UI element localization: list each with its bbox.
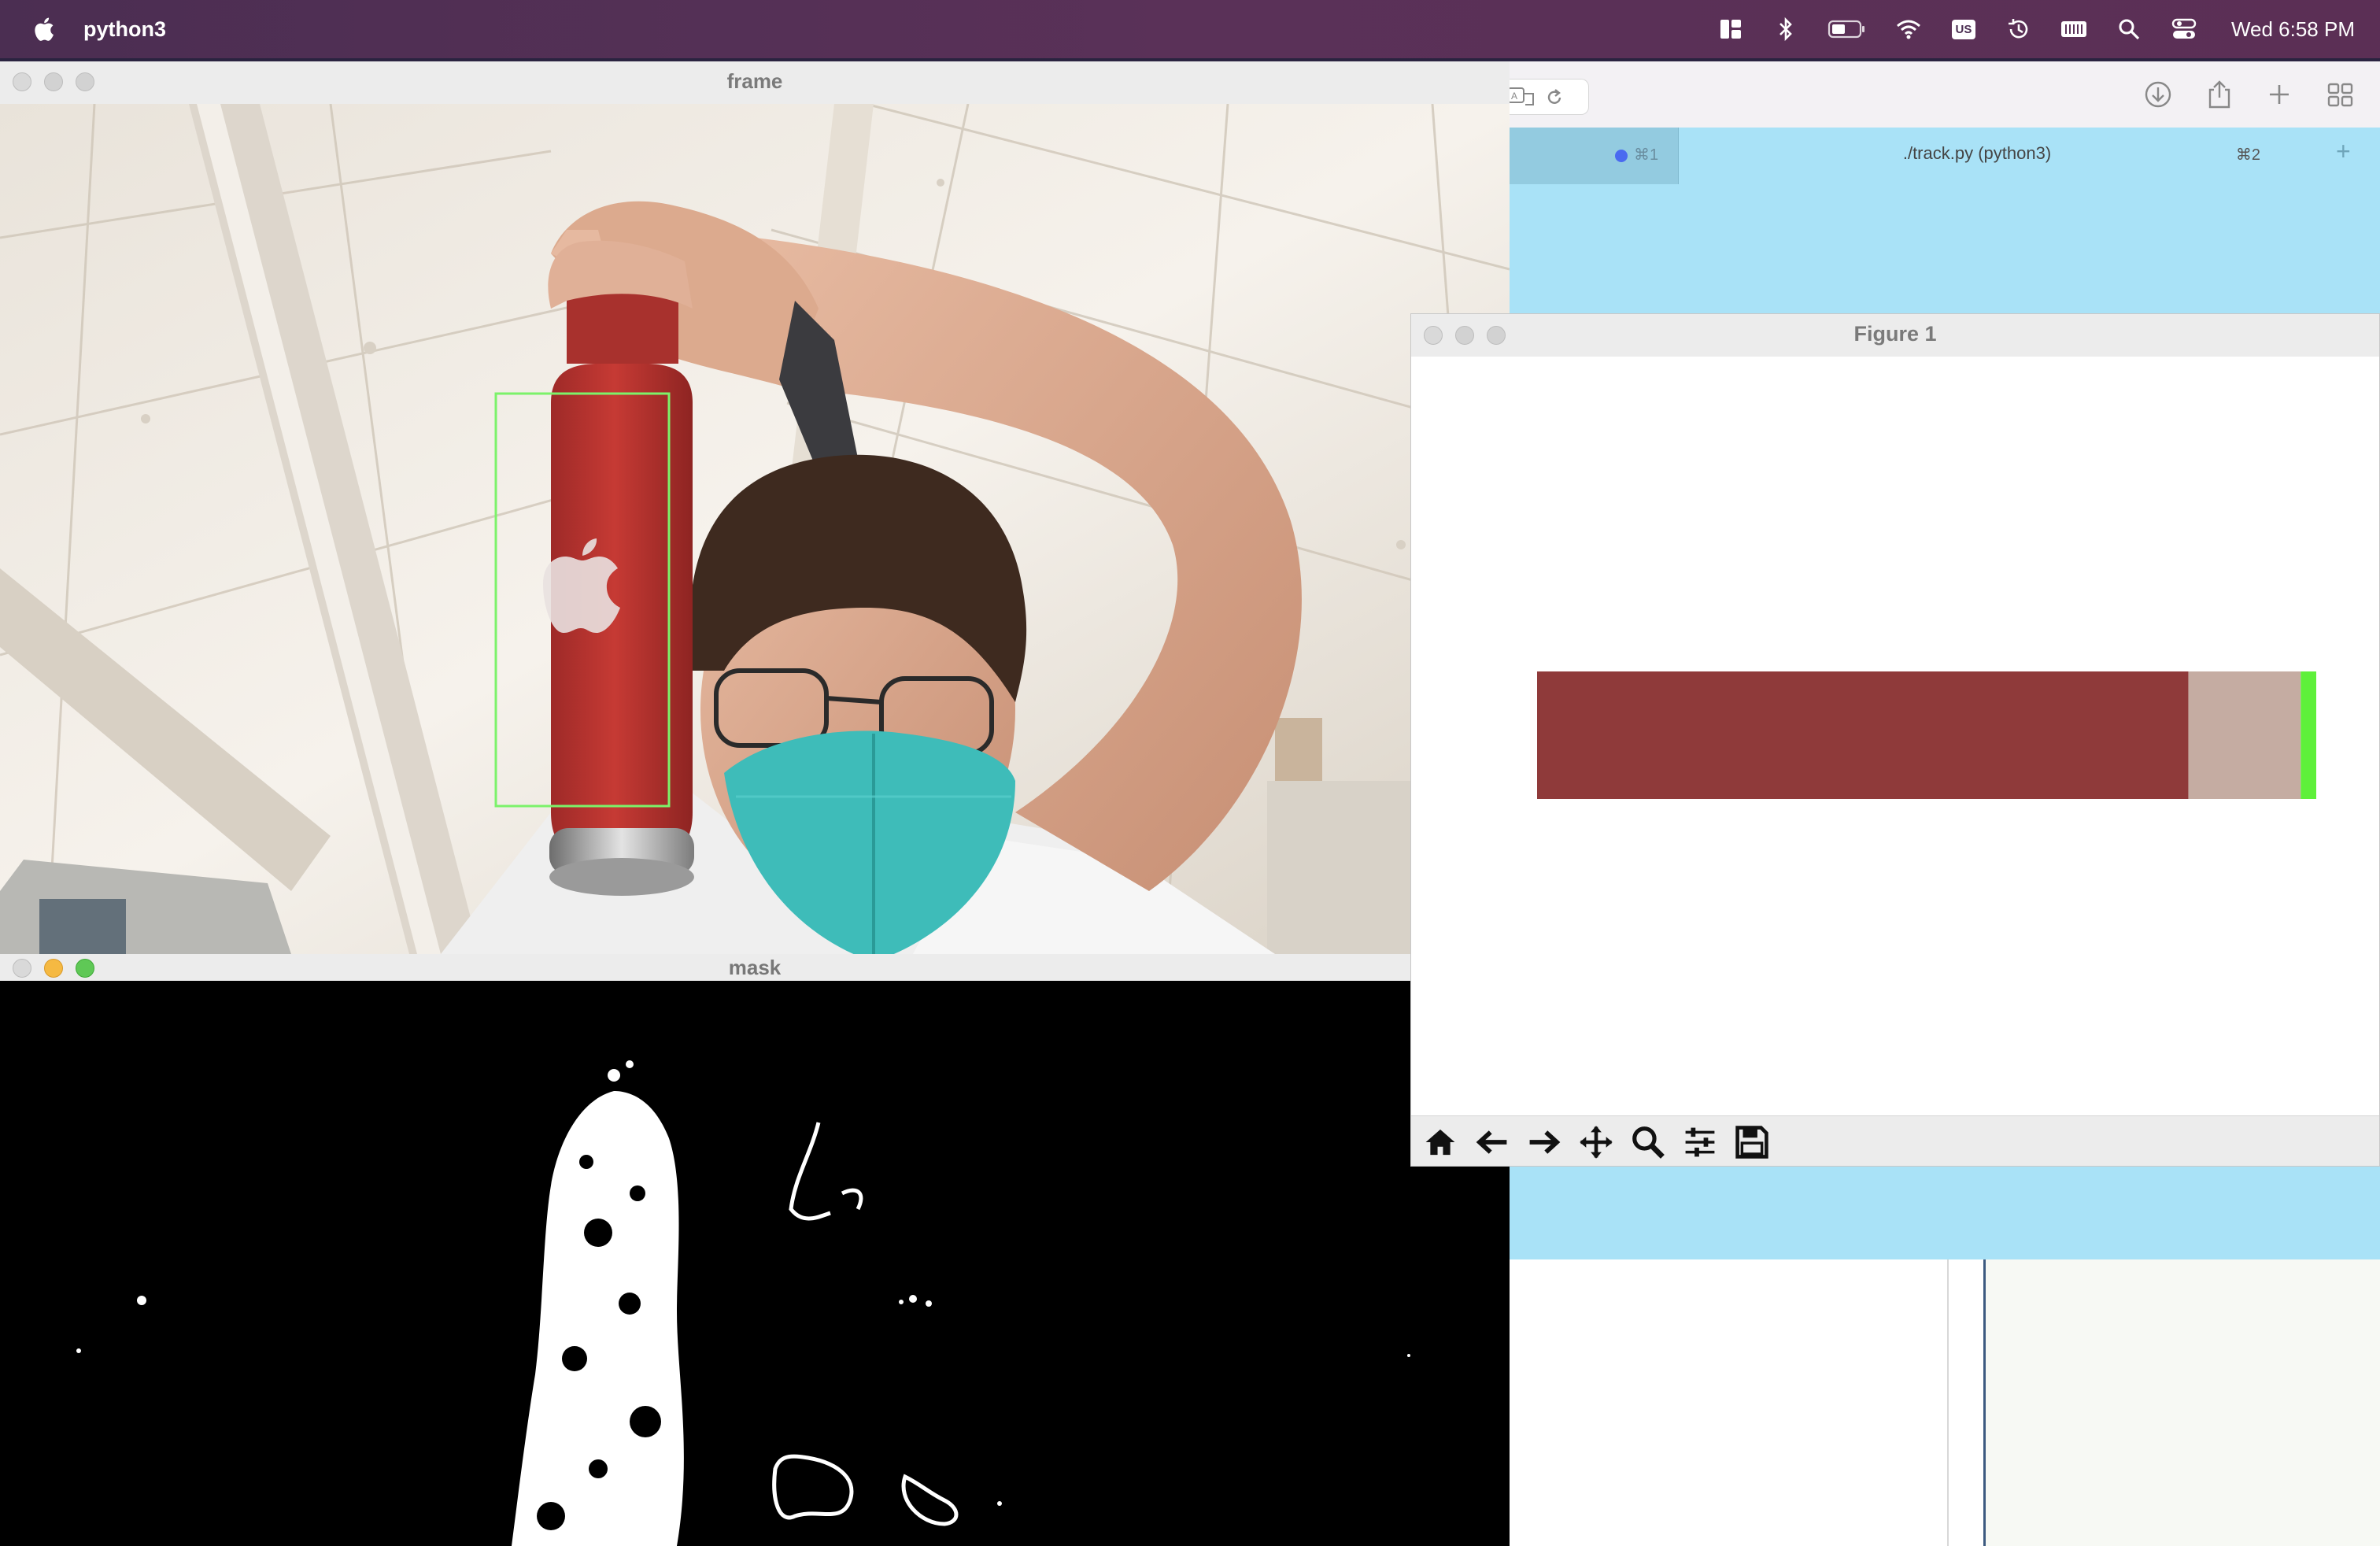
- share-icon[interactable]: [2205, 79, 2234, 110]
- save-icon: [1735, 1126, 1768, 1159]
- color-bar-segment-2: [2188, 671, 2301, 799]
- download-icon[interactable]: [2142, 79, 2174, 110]
- pan-button[interactable]: [1572, 1119, 1621, 1165]
- forward-button[interactable]: [1520, 1119, 1569, 1165]
- matplotlib-navigation-toolbar: [1411, 1115, 2379, 1166]
- keyboard-icon[interactable]: [2060, 15, 2088, 43]
- background-document-area: [1495, 1259, 2380, 1546]
- back-arrow-icon: [1476, 1130, 1507, 1154]
- translate-icon[interactable]: A: [1506, 86, 1536, 108]
- frame-window-title: frame: [726, 69, 783, 93]
- mask-window: mask: [0, 954, 1510, 1546]
- figure-title-bar[interactable]: Figure 1: [1411, 314, 2379, 357]
- forward-arrow-icon: [1529, 1130, 1561, 1154]
- back-button[interactable]: [1468, 1119, 1517, 1165]
- wifi-icon[interactable]: [1894, 15, 1923, 43]
- reload-icon[interactable]: [1544, 87, 1565, 108]
- battery-icon[interactable]: [1827, 15, 1868, 43]
- control-center-icon[interactable]: [2170, 15, 2198, 43]
- frame-title-bar[interactable]: frame: [0, 61, 1510, 105]
- home-icon: [1425, 1129, 1455, 1156]
- color-bar-segment-3: [2301, 671, 2316, 799]
- tab-overview-icon[interactable]: [2325, 79, 2356, 110]
- terminal-tab-bar: ⌘1 ./track.py (python3) ⌘2 +: [1495, 128, 2380, 187]
- menu-bar-clock[interactable]: Wed 6:58 PM: [2231, 17, 2355, 42]
- color-distribution-chart[interactable]: [1411, 357, 2380, 1115]
- divider: [1947, 1259, 1949, 1546]
- figure-window: Figure 1: [1410, 313, 2380, 1167]
- mask-window-title: mask: [728, 956, 782, 979]
- activity-dot-icon: [1615, 150, 1628, 162]
- spotlight-search-icon[interactable]: [2115, 15, 2143, 43]
- frame-window: frame: [0, 61, 1510, 954]
- webcam-frame-image: [0, 104, 1510, 954]
- app-name[interactable]: python3: [83, 17, 166, 42]
- browser-toolbar: A: [1495, 61, 2380, 128]
- binary-mask-image: [0, 981, 1510, 1546]
- mask-title-bar[interactable]: mask: [0, 954, 1510, 982]
- menu-bar: python3 US Wed 6:58 PM: [0, 0, 2380, 58]
- pan-icon: [1580, 1126, 1613, 1159]
- terminal-tab-1[interactable]: ⌘1: [1495, 128, 1679, 184]
- grid-canvas: [1986, 1259, 2380, 1546]
- configure-subplots-icon: [1685, 1127, 1715, 1157]
- home-button[interactable]: [1416, 1119, 1465, 1165]
- zoom-button[interactable]: [1624, 1119, 1672, 1165]
- svg-text:A: A: [1511, 91, 1517, 102]
- configure-subplots-button[interactable]: [1676, 1119, 1724, 1165]
- color-bar-segment-1: [1537, 671, 2189, 799]
- new-terminal-tab-button[interactable]: +: [2336, 137, 2351, 166]
- new-tab-icon[interactable]: [2265, 79, 2293, 110]
- tab-2-title: ./track.py (python3): [1902, 143, 2052, 163]
- zoom-icon: [1632, 1126, 1665, 1159]
- tab-2-shortcut: ⌘2: [2235, 146, 2260, 164]
- window-layout-icon[interactable]: [1717, 15, 1745, 43]
- bluetooth-icon[interactable]: [1772, 15, 1800, 43]
- time-machine-icon[interactable]: [2005, 15, 2033, 43]
- save-button[interactable]: [1728, 1119, 1776, 1165]
- terminal-tab-2[interactable]: ./track.py (python3) ⌘2: [1678, 128, 2276, 184]
- apple-menu-icon[interactable]: [31, 16, 55, 43]
- input-source-icon[interactable]: US: [1949, 15, 1978, 43]
- figure-window-title: Figure 1: [1853, 322, 1937, 346]
- tab-1-shortcut: ⌘1: [1634, 146, 1659, 164]
